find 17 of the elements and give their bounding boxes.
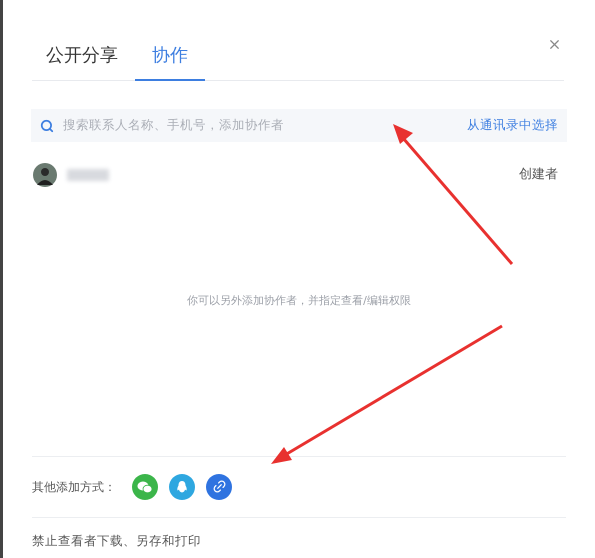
wechat-button[interactable] [132,474,158,500]
qq-button[interactable] [169,474,195,500]
search-icon [40,118,54,132]
penguin-icon [176,480,188,494]
tab[interactable]: 公开分享 [32,47,135,81]
chat-bubbles-icon [137,480,153,494]
empty-hint: 你可以另外添加协作者，并指定查看/编辑权限 [186,293,412,309]
blurred-name [67,169,109,181]
link-button[interactable] [206,474,232,500]
search-field[interactable]: 搜索联系人名称、手机号，添加协作者 从通讯录中选择 [31,109,567,142]
tab[interactable]: 协作 [135,47,205,81]
contacts-link[interactable]: 从通讯录中选择 [467,116,558,135]
avatar [33,163,57,187]
setting-label: 禁止查看者下载、另存和打印 [32,532,201,550]
other-methods-label: 其他添加方式： [32,478,116,496]
close-button[interactable] [547,37,562,52]
member-role: 创建者 [519,166,558,184]
